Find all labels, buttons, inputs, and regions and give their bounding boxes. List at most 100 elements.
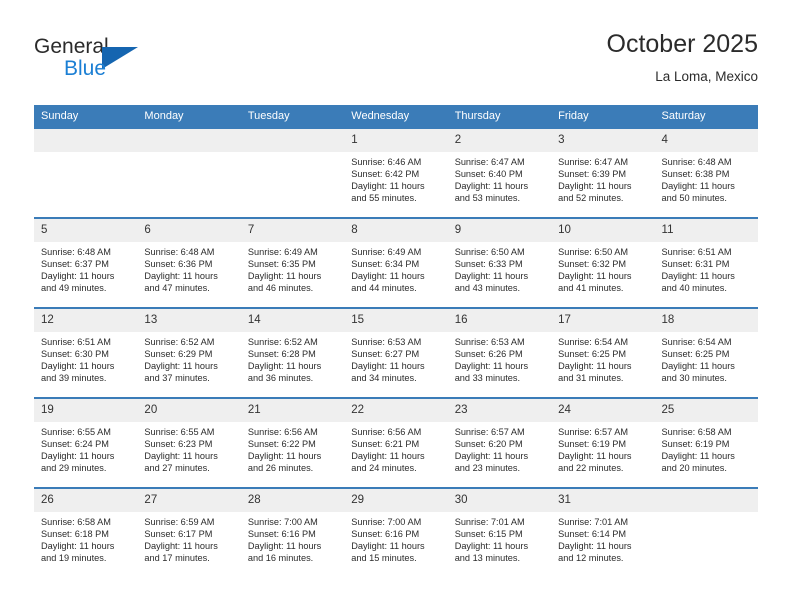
day-cell[interactable]: 31 Sunrise: 7:01 AM Sunset: 6:14 PM Dayl… xyxy=(551,487,655,577)
day-details: Sunrise: 6:49 AM Sunset: 6:35 PM Dayligh… xyxy=(241,242,344,294)
daylight-text-line2: and 29 minutes. xyxy=(41,463,107,474)
daylight-text-line2: and 39 minutes. xyxy=(41,373,107,384)
daylight-text-line2: and 19 minutes. xyxy=(41,553,107,564)
day-cell[interactable]: 14 Sunrise: 6:52 AM Sunset: 6:28 PM Dayl… xyxy=(240,307,345,398)
sunrise-text: Sunrise: 6:49 AM xyxy=(351,247,422,257)
day-cell[interactable]: 20 Sunrise: 6:55 AM Sunset: 6:23 PM Dayl… xyxy=(137,397,241,488)
day-number xyxy=(34,129,138,152)
daylight-text-line2: and 34 minutes. xyxy=(351,373,417,384)
daylight-text-line1: Daylight: 11 hours xyxy=(144,271,218,282)
daylight-text-line1: Daylight: 11 hours xyxy=(41,451,115,462)
day-details: Sunrise: 6:50 AM Sunset: 6:32 PM Dayligh… xyxy=(551,242,654,294)
day-cell[interactable]: 5 Sunrise: 6:48 AM Sunset: 6:37 PM Dayli… xyxy=(34,217,138,308)
day-number: 5 xyxy=(34,219,138,242)
daylight-text-line1: Daylight: 11 hours xyxy=(558,271,632,282)
day-details: Sunrise: 6:48 AM Sunset: 6:38 PM Dayligh… xyxy=(655,152,758,204)
daylight-text-line2: and 15 minutes. xyxy=(351,553,417,564)
day-cell[interactable]: 30 Sunrise: 7:01 AM Sunset: 6:15 PM Dayl… xyxy=(447,487,552,577)
day-cell[interactable]: 25 Sunrise: 6:58 AM Sunset: 6:19 PM Dayl… xyxy=(654,397,758,488)
day-cell[interactable]: 13 Sunrise: 6:52 AM Sunset: 6:29 PM Dayl… xyxy=(137,307,241,398)
brand-triangle-icon xyxy=(102,47,138,69)
day-cell[interactable]: 16 Sunrise: 6:53 AM Sunset: 6:26 PM Dayl… xyxy=(447,307,552,398)
sunrise-sunset-calendar: Sunday Monday Tuesday Wednesday Thursday… xyxy=(34,105,758,577)
sunrise-text: Sunrise: 6:57 AM xyxy=(558,427,629,437)
daylight-text-line2: and 22 minutes. xyxy=(558,463,624,474)
sunset-text: Sunset: 6:37 PM xyxy=(41,259,109,270)
daylight-text-line1: Daylight: 11 hours xyxy=(247,361,322,372)
day-cell[interactable]: 4 Sunrise: 6:48 AM Sunset: 6:38 PM Dayli… xyxy=(654,127,758,218)
day-cell[interactable]: 15 Sunrise: 6:53 AM Sunset: 6:27 PM Dayl… xyxy=(344,307,448,398)
daylight-text-line2: and 37 minutes. xyxy=(144,373,210,384)
day-number: 23 xyxy=(447,399,552,422)
day-cell[interactable]: 26 Sunrise: 6:58 AM Sunset: 6:18 PM Dayl… xyxy=(34,487,138,577)
day-cell[interactable]: 21 Sunrise: 6:56 AM Sunset: 6:22 PM Dayl… xyxy=(240,397,345,488)
day-number xyxy=(137,129,241,152)
day-cell[interactable]: 7 Sunrise: 6:49 AM Sunset: 6:35 PM Dayli… xyxy=(240,217,345,308)
sunrise-text: Sunrise: 6:58 AM xyxy=(41,517,111,527)
day-cell[interactable]: 6 Sunrise: 6:48 AM Sunset: 6:36 PM Dayli… xyxy=(137,217,241,308)
day-cell[interactable]: 19 Sunrise: 6:55 AM Sunset: 6:24 PM Dayl… xyxy=(34,397,138,488)
day-number xyxy=(240,129,345,152)
day-cell[interactable]: 27 Sunrise: 6:59 AM Sunset: 6:17 PM Dayl… xyxy=(137,487,241,577)
sunrise-text: Sunrise: 6:55 AM xyxy=(41,427,111,437)
day-cell[interactable]: 17 Sunrise: 6:54 AM Sunset: 6:25 PM Dayl… xyxy=(551,307,655,398)
sunset-text: Sunset: 6:33 PM xyxy=(454,259,523,270)
sunset-text: Sunset: 6:16 PM xyxy=(247,529,316,540)
day-cell[interactable]: 2 Sunrise: 6:47 AM Sunset: 6:40 PM Dayli… xyxy=(447,127,552,218)
day-cell[interactable]: 10 Sunrise: 6:50 AM Sunset: 6:32 PM Dayl… xyxy=(551,217,655,308)
sunset-text: Sunset: 6:20 PM xyxy=(454,439,523,450)
day-number: 31 xyxy=(551,489,655,512)
day-details: Sunrise: 6:59 AM Sunset: 6:17 PM Dayligh… xyxy=(137,512,240,564)
day-cell[interactable]: 23 Sunrise: 6:57 AM Sunset: 6:20 PM Dayl… xyxy=(447,397,552,488)
day-number: 13 xyxy=(137,309,241,332)
day-number: 26 xyxy=(34,489,138,512)
day-cell[interactable] xyxy=(137,127,241,218)
daylight-text-line1: Daylight: 11 hours xyxy=(144,541,218,552)
day-cell[interactable]: 11 Sunrise: 6:51 AM Sunset: 6:31 PM Dayl… xyxy=(654,217,758,308)
sunrise-text: Sunrise: 6:46 AM xyxy=(351,157,422,167)
day-cell[interactable]: 18 Sunrise: 6:54 AM Sunset: 6:25 PM Dayl… xyxy=(654,307,758,398)
day-cell[interactable]: 12 Sunrise: 6:51 AM Sunset: 6:30 PM Dayl… xyxy=(34,307,138,398)
daylight-text-line1: Daylight: 11 hours xyxy=(351,361,425,372)
day-cell[interactable]: 22 Sunrise: 6:56 AM Sunset: 6:21 PM Dayl… xyxy=(344,397,448,488)
sunrise-text: Sunrise: 6:51 AM xyxy=(661,247,732,257)
day-details: Sunrise: 6:55 AM Sunset: 6:24 PM Dayligh… xyxy=(34,422,137,474)
day-number: 3 xyxy=(551,129,655,152)
daylight-text-line2: and 46 minutes. xyxy=(247,283,314,294)
daylight-text-line1: Daylight: 11 hours xyxy=(351,271,425,282)
day-cell[interactable]: 24 Sunrise: 6:57 AM Sunset: 6:19 PM Dayl… xyxy=(551,397,655,488)
day-cell[interactable] xyxy=(654,487,758,577)
day-number: 22 xyxy=(344,399,448,422)
day-details: Sunrise: 6:58 AM Sunset: 6:19 PM Dayligh… xyxy=(655,422,758,474)
day-number: 25 xyxy=(654,399,758,422)
day-cell[interactable]: 28 Sunrise: 7:00 AM Sunset: 6:16 PM Dayl… xyxy=(240,487,345,577)
sunset-text: Sunset: 6:25 PM xyxy=(661,349,730,360)
sunrise-text: Sunrise: 6:56 AM xyxy=(247,427,318,437)
day-cell[interactable]: 8 Sunrise: 6:49 AM Sunset: 6:34 PM Dayli… xyxy=(344,217,448,308)
sunrise-text: Sunrise: 6:49 AM xyxy=(247,247,318,257)
day-number xyxy=(654,489,758,512)
day-number: 30 xyxy=(447,489,552,512)
day-cell[interactable] xyxy=(34,127,138,218)
day-details xyxy=(241,152,344,156)
day-cell[interactable]: 1 Sunrise: 6:46 AM Sunset: 6:42 PM Dayli… xyxy=(344,127,448,218)
daylight-text-line2: and 36 minutes. xyxy=(247,373,314,384)
brand-logo[interactable]: General Blue xyxy=(34,34,164,92)
day-cell[interactable]: 3 Sunrise: 6:47 AM Sunset: 6:39 PM Dayli… xyxy=(551,127,655,218)
calendar-week-row: 26 Sunrise: 6:58 AM Sunset: 6:18 PM Dayl… xyxy=(34,487,758,577)
day-cell[interactable]: 29 Sunrise: 7:00 AM Sunset: 6:16 PM Dayl… xyxy=(344,487,448,577)
sunset-text: Sunset: 6:22 PM xyxy=(247,439,316,450)
day-number: 14 xyxy=(240,309,345,332)
day-details: Sunrise: 6:53 AM Sunset: 6:27 PM Dayligh… xyxy=(344,332,447,384)
daylight-text-line1: Daylight: 11 hours xyxy=(558,361,632,372)
day-cell[interactable] xyxy=(240,127,345,218)
calendar-week-row: 19 Sunrise: 6:55 AM Sunset: 6:24 PM Dayl… xyxy=(34,397,758,488)
sunrise-text: Sunrise: 6:50 AM xyxy=(558,247,629,257)
calendar-body: 1 Sunrise: 6:46 AM Sunset: 6:42 PM Dayli… xyxy=(34,127,758,577)
day-details: Sunrise: 6:56 AM Sunset: 6:21 PM Dayligh… xyxy=(344,422,447,474)
daylight-text-line2: and 30 minutes. xyxy=(661,373,727,384)
day-cell[interactable]: 9 Sunrise: 6:50 AM Sunset: 6:33 PM Dayli… xyxy=(447,217,552,308)
calendar-week-row: 12 Sunrise: 6:51 AM Sunset: 6:30 PM Dayl… xyxy=(34,307,758,398)
daylight-text-line1: Daylight: 11 hours xyxy=(351,451,425,462)
day-details: Sunrise: 6:53 AM Sunset: 6:26 PM Dayligh… xyxy=(448,332,551,384)
